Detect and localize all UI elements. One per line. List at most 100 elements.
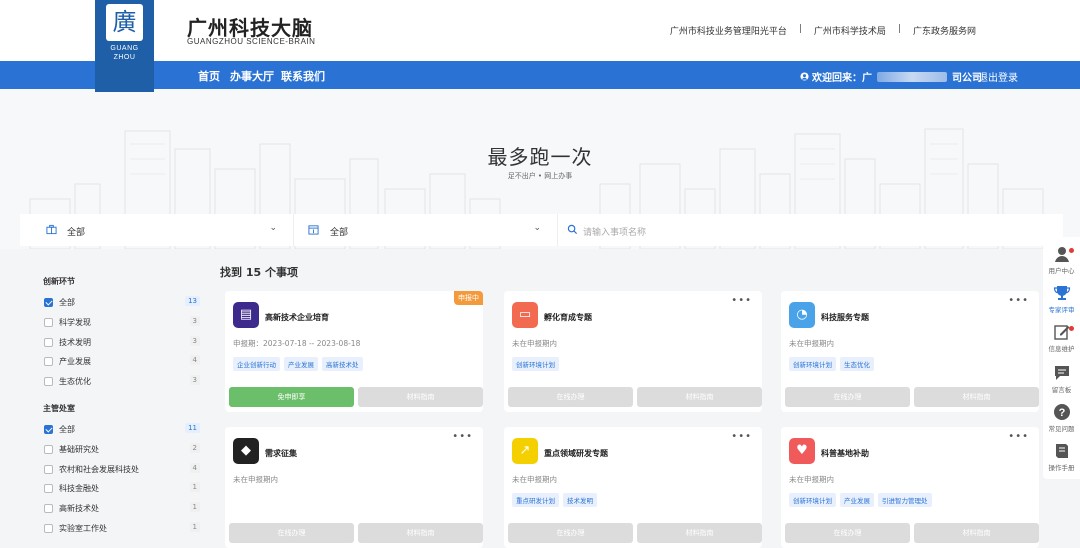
chevron-down-icon: ⌄: [269, 223, 277, 233]
hero-subtitle: 足不出户 • 网上办事: [507, 172, 573, 180]
online-handle-button[interactable]: 在线办理: [785, 387, 910, 407]
rail-label: 用户中心: [1048, 267, 1075, 275]
guide-button[interactable]: 材料指南: [358, 523, 483, 543]
checkbox[interactable]: [44, 464, 53, 474]
filter-option[interactable]: 基础研究处 2: [43, 442, 200, 463]
user-circle-icon: [800, 72, 809, 81]
nav-home[interactable]: 首页: [198, 68, 220, 84]
checkbox[interactable]: [44, 444, 53, 454]
service-card[interactable]: ▭ 孵化育成专题 ••• 未在申报期内 创新环境计划 在线办理 材料指南: [504, 291, 762, 412]
checkbox[interactable]: [44, 357, 53, 367]
card-period: 申报期：2023-07-18 -- 2023-08-18: [233, 339, 361, 348]
logout-link[interactable]: 退出登录: [978, 69, 1018, 84]
guide-button[interactable]: 材料指南: [637, 523, 762, 543]
search-placeholder: 请输入事项名称: [583, 228, 647, 238]
date-select[interactable]: 全部 ⌄: [294, 214, 558, 246]
status-badge: 申报中: [454, 291, 483, 305]
online-handle-button[interactable]: 在线办理: [229, 523, 354, 543]
calendar-icon: [308, 225, 319, 235]
logo-text-line1: GUANG: [110, 45, 139, 52]
site-logo[interactable]: 廣 GUANG ZHOU: [95, 0, 154, 92]
logo-mark: 廣: [106, 4, 143, 41]
apply-button[interactable]: 免申即享: [229, 387, 354, 407]
chart-icon: ↗: [512, 438, 538, 464]
card-tag: 产业发展: [840, 493, 874, 507]
card-period: 未在申报期内: [512, 339, 557, 348]
filter-option[interactable]: 技术发明 3: [43, 335, 200, 356]
search-field[interactable]: 请输入事项名称: [558, 214, 1063, 246]
rail-expert-review[interactable]: 专家评审: [1043, 284, 1080, 314]
notification-dot: [1069, 248, 1074, 253]
floating-toolbar: 用户中心 专家评审 信息维护 留言板 ? 常见问题 操作手册: [1043, 237, 1080, 479]
filter-count-badge: 1: [189, 502, 200, 513]
filter-option[interactable]: 科学发现 3: [43, 315, 200, 336]
checkbox-checked[interactable]: [44, 298, 53, 307]
more-options-icon[interactable]: •••: [731, 431, 752, 442]
guide-button[interactable]: 材料指南: [358, 387, 483, 407]
guide-button[interactable]: 材料指南: [637, 387, 762, 407]
service-card[interactable]: ◔ 科技服务专题 ••• 未在申报期内 创新环境计划 生态优化 在线办理 材料指南: [781, 291, 1039, 412]
online-handle-button[interactable]: 在线办理: [508, 523, 633, 543]
filter-option[interactable]: 产业发展 4: [43, 355, 200, 375]
online-handle-button[interactable]: 在线办理: [785, 523, 910, 543]
service-card[interactable]: ♥ 科普基地补助 ••• 未在申报期内 创新环境计划 产业发展 引进智力管理处 在线…: [781, 427, 1039, 548]
trophy-icon: [1053, 286, 1070, 300]
card-tag: 企业创新行动: [233, 357, 280, 371]
top-links: 广州市科技业务管理阳光平台 | 广州市科学技术局 | 广东政务服务网: [669, 24, 976, 37]
more-options-icon[interactable]: •••: [452, 431, 473, 442]
svg-text:?: ?: [1058, 407, 1065, 419]
guide-button[interactable]: 材料指南: [914, 387, 1039, 407]
checkbox[interactable]: [44, 337, 53, 347]
card-tag: 创新环境计划: [512, 357, 559, 371]
online-handle-button[interactable]: 在线办理: [508, 387, 633, 407]
nav-service-hall[interactable]: 办事大厅: [230, 68, 274, 84]
filter-count-badge: 3: [189, 315, 200, 326]
filter-option[interactable]: 农村和社会发展科技处 4: [43, 462, 200, 483]
filter-option[interactable]: 生态优化 3: [43, 375, 200, 395]
filter-option[interactable]: 高新技术处 1: [43, 502, 200, 522]
results-count: 找到 15 个事项: [220, 266, 298, 279]
rail-message-board[interactable]: 留言板: [1043, 364, 1080, 394]
more-options-icon[interactable]: •••: [731, 295, 752, 306]
logo-text-line2: ZHOU: [113, 54, 136, 61]
filter-count-badge: 3: [189, 375, 200, 386]
more-options-icon[interactable]: •••: [1008, 295, 1029, 306]
filter-count-badge: 3: [189, 335, 200, 346]
more-options-icon[interactable]: •••: [1008, 431, 1029, 442]
filter-option[interactable]: 全部 13: [43, 296, 200, 316]
checkbox-checked[interactable]: [44, 424, 53, 434]
chevron-down-icon: ⌄: [533, 223, 541, 233]
filter-count-badge: 1: [189, 482, 200, 493]
checkbox[interactable]: [44, 484, 53, 494]
service-card[interactable]: ▤ 高新技术企业培育 申报中 申报期：2023-07-18 -- 2023-08…: [225, 291, 483, 412]
filter-count-badge: 1: [189, 521, 200, 532]
checkbox[interactable]: [44, 504, 53, 514]
main-nav: 首页 办事大厅 联系我们 欢迎回来：广 司公司 退出登录: [0, 61, 1080, 89]
filter-option[interactable]: 科技金融处 1: [43, 482, 200, 502]
filter-option-label: 基础研究处: [59, 444, 99, 454]
service-card[interactable]: ↗ 重点领域研发专题 ••• 未在申报期内 重点研发计划 技术发明 在线办理 材料…: [504, 427, 762, 548]
date-select-value: 全部: [330, 228, 349, 238]
filter-option-label: 科学发现: [59, 317, 91, 327]
checkbox[interactable]: [44, 523, 53, 533]
department-title: 主管处室: [43, 403, 75, 413]
service-card[interactable]: ◆ 需求征集 ••• 未在申报期内 在线办理 材料指南: [225, 427, 483, 548]
top-link-gov-service[interactable]: 广东政务服务网: [913, 24, 976, 37]
checkbox[interactable]: [44, 317, 53, 327]
checkbox[interactable]: [44, 377, 53, 387]
rail-user-center[interactable]: 用户中心: [1043, 245, 1080, 275]
top-link-science-bureau[interactable]: 广州市科学技术局: [814, 24, 886, 37]
filter-option[interactable]: 全部 11: [43, 422, 200, 443]
top-link-sunshine-platform[interactable]: 广州市科技业务管理阳光平台: [670, 24, 787, 37]
category-select-value: 全部: [67, 228, 86, 238]
rail-info-maintain[interactable]: 信息维护: [1043, 323, 1080, 353]
guide-button[interactable]: 材料指南: [914, 523, 1039, 543]
card-title: 需求征集: [265, 449, 297, 458]
card-tag: 创新环境计划: [789, 357, 836, 371]
rail-faq[interactable]: ? 常见问题: [1043, 403, 1080, 433]
category-select[interactable]: 全部 ⌄: [20, 214, 294, 246]
filter-option-label: 高新技术处: [59, 504, 99, 514]
user-icon: [1054, 247, 1069, 262]
nav-contact[interactable]: 联系我们: [281, 68, 325, 84]
rail-manual[interactable]: 操作手册: [1043, 442, 1080, 472]
